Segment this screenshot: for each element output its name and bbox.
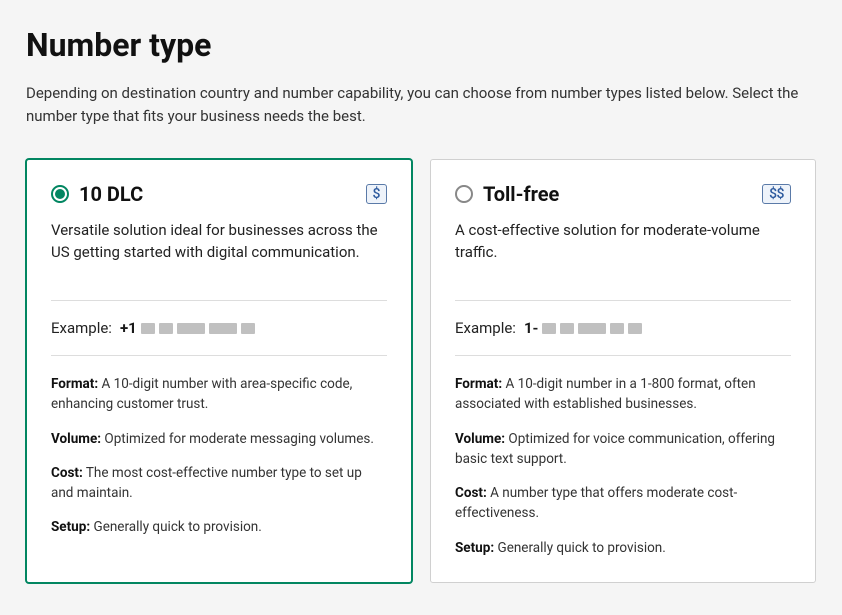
number-type-cards: 10 DLC $ Versatile solution ideal for bu… xyxy=(26,159,816,583)
example-prefix: +1 xyxy=(120,319,137,337)
price-badge: $$ xyxy=(762,184,791,204)
detail-volume: Volume: Optimized for moderate messaging… xyxy=(51,429,387,449)
example-row: Example: 1- xyxy=(455,319,791,337)
obscured-digit xyxy=(177,323,205,334)
example-value: 1- xyxy=(524,319,643,337)
detail-format: Format: A 10-digit number with area-spec… xyxy=(51,374,387,415)
radio-icon[interactable] xyxy=(455,185,473,203)
obscured-digit xyxy=(542,323,556,334)
price-badge: $ xyxy=(366,184,387,204)
divider xyxy=(455,355,791,356)
divider xyxy=(51,300,387,301)
example-prefix: 1- xyxy=(524,319,539,337)
detail-setup: Setup: Generally quick to provision. xyxy=(51,517,387,537)
page-title: Number type xyxy=(26,26,816,64)
obscured-digit xyxy=(628,323,642,334)
obscured-digit xyxy=(610,323,624,334)
card-title-row: 10 DLC xyxy=(51,182,143,206)
obscured-digit xyxy=(159,323,173,334)
card-title: Toll-free xyxy=(483,182,559,206)
card-header: 10 DLC $ xyxy=(51,182,387,206)
obscured-digit xyxy=(560,323,574,334)
detail-format: Format: A 10-digit number in a 1-800 for… xyxy=(455,374,791,415)
radio-icon[interactable] xyxy=(51,185,69,203)
card-title: 10 DLC xyxy=(79,182,143,206)
example-row: Example: +1 xyxy=(51,319,387,337)
obscured-digit xyxy=(209,323,237,334)
detail-cost: Cost: The most cost-effective number typ… xyxy=(51,463,387,504)
example-label: Example: xyxy=(51,319,112,337)
card-description: A cost-effective solution for moderate-v… xyxy=(455,220,791,284)
example-label: Example: xyxy=(455,319,516,337)
detail-setup: Setup: Generally quick to provision. xyxy=(455,538,791,558)
obscured-digit xyxy=(578,323,606,334)
divider xyxy=(51,355,387,356)
obscured-digit xyxy=(241,323,255,334)
example-value: +1 xyxy=(120,319,255,337)
card-description: Versatile solution ideal for businesses … xyxy=(51,220,387,284)
card-tollfree[interactable]: Toll-free $$ A cost-effective solution f… xyxy=(430,159,816,583)
card-title-row: Toll-free xyxy=(455,182,559,206)
card-10dlc[interactable]: 10 DLC $ Versatile solution ideal for bu… xyxy=(26,159,412,583)
page-description: Depending on destination country and num… xyxy=(26,82,806,127)
obscured-digit xyxy=(141,323,155,334)
detail-volume: Volume: Optimized for voice communicatio… xyxy=(455,429,791,470)
detail-cost: Cost: A number type that offers moderate… xyxy=(455,483,791,524)
divider xyxy=(455,300,791,301)
card-header: Toll-free $$ xyxy=(455,182,791,206)
